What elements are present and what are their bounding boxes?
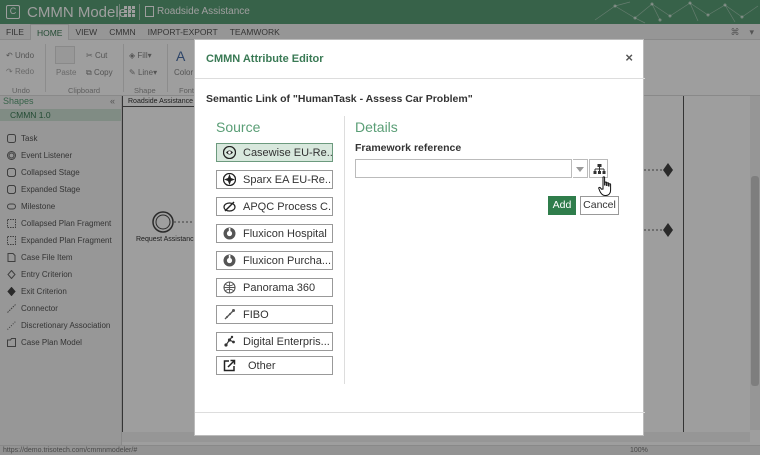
hand-pointer-cursor-icon bbox=[598, 176, 612, 196]
fibo-icon bbox=[224, 309, 235, 320]
source-heading: Source bbox=[216, 119, 261, 135]
source-item-digital-enterprise[interactable]: Digital Enterpris... bbox=[216, 332, 333, 351]
dialog-footer-divider bbox=[195, 412, 645, 413]
panorama-icon bbox=[223, 281, 236, 294]
framework-reference-input[interactable] bbox=[355, 159, 572, 178]
column-divider bbox=[344, 116, 345, 384]
details-heading: Details bbox=[355, 119, 398, 135]
dialog-title: CMMN Attribute Editor bbox=[206, 53, 324, 65]
source-item-fibo[interactable]: FIBO bbox=[216, 305, 333, 324]
dialog-subtitle: Semantic Link of "HumanTask - Assess Car… bbox=[206, 93, 473, 105]
digital-enterprise-icon bbox=[224, 335, 235, 347]
fluxicon-icon bbox=[223, 254, 236, 267]
dialog-header-divider bbox=[195, 78, 645, 79]
source-item-sparx-ea[interactable]: Sparx EA EU-Re... bbox=[216, 170, 333, 189]
close-icon[interactable]: × bbox=[625, 50, 633, 65]
framework-reference-label: Framework reference bbox=[355, 142, 462, 154]
framework-dropdown-toggle[interactable] bbox=[573, 159, 588, 178]
apqc-icon bbox=[223, 201, 236, 212]
source-item-apqc[interactable]: APQC Process C... bbox=[216, 197, 333, 216]
attribute-editor-dialog: CMMN Attribute Editor × Semantic Link of… bbox=[194, 39, 645, 436]
external-link-icon bbox=[223, 359, 236, 372]
add-button[interactable]: Add bbox=[548, 196, 576, 215]
fluxicon-icon bbox=[223, 227, 236, 240]
source-item-casewise[interactable]: Casewise EU-Re... bbox=[216, 143, 333, 162]
casewise-icon bbox=[223, 146, 236, 159]
source-item-other[interactable]: Other bbox=[216, 356, 333, 375]
source-item-panorama-360[interactable]: Panorama 360 bbox=[216, 278, 333, 297]
source-item-fluxicon-hospital[interactable]: Fluxicon Hospital bbox=[216, 224, 333, 243]
sparx-ea-icon bbox=[223, 173, 236, 186]
source-item-fluxicon-purchase[interactable]: Fluxicon Purcha... bbox=[216, 251, 333, 270]
cancel-button[interactable]: Cancel bbox=[580, 196, 619, 215]
